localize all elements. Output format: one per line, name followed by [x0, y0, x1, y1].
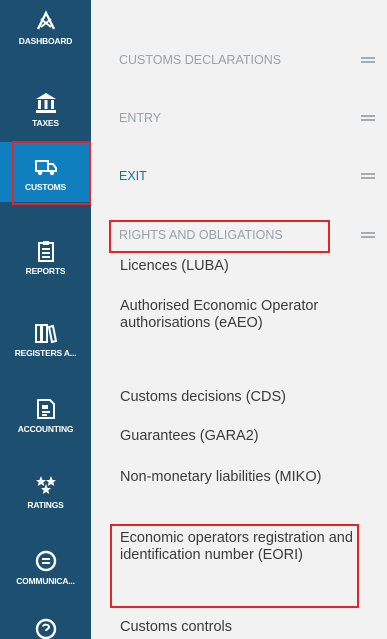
- books-icon: [34, 321, 58, 345]
- menu-item-aeo-authorisations[interactable]: Authorised Economic Operator authorisati…: [120, 298, 365, 332]
- sidebar-item-accounting[interactable]: ACCOUNTING: [0, 372, 91, 434]
- menu-item-eori[interactable]: Economic operators registration and iden…: [120, 530, 365, 564]
- stars-icon: [34, 473, 58, 497]
- sidebar: DASHBOARD TAXES CUSTOMS REPORTS REGISTER…: [0, 0, 91, 639]
- sidebar-item-label: REPORTS: [25, 266, 66, 276]
- menu-item-licences[interactable]: Licences (LUBA): [120, 258, 365, 275]
- section-title: RIGHTS AND OBLIGATIONS: [119, 228, 283, 242]
- truck-icon: [34, 155, 58, 179]
- sidebar-item-label: RATINGS: [27, 500, 64, 510]
- section-exit[interactable]: EXIT: [119, 164, 379, 188]
- help-icon: [34, 617, 58, 639]
- menu-item-customs-decisions[interactable]: Customs decisions (CDS): [120, 389, 365, 406]
- sidebar-item-label: COMMUNICA...: [16, 576, 75, 586]
- sidebar-item-label: REGISTERS A...: [14, 348, 77, 358]
- clipboard-icon: [34, 239, 58, 263]
- menu-icon[interactable]: [361, 113, 375, 123]
- section-entry[interactable]: ENTRY: [119, 106, 379, 130]
- sidebar-item-help[interactable]: [0, 603, 91, 639]
- sidebar-item-taxes[interactable]: TAXES: [0, 66, 91, 128]
- sidebar-item-reports[interactable]: REPORTS: [0, 214, 91, 276]
- menu-item-guarantees[interactable]: Guarantees (GARA2): [120, 428, 365, 445]
- sidebar-item-dashboard[interactable]: DASHBOARD: [0, 0, 91, 46]
- sidebar-item-label: DASHBOARD: [18, 36, 73, 46]
- sidebar-item-label: TAXES: [32, 118, 59, 128]
- menu-icon[interactable]: [361, 171, 375, 181]
- sidebar-item-customs[interactable]: CUSTOMS: [0, 142, 91, 202]
- section-title: CUSTOMS DECLARATIONS: [119, 53, 282, 67]
- sidebar-item-registers[interactable]: REGISTERS A...: [0, 296, 91, 358]
- menu-item-customs-controls[interactable]: Customs controls: [120, 619, 365, 636]
- menu-icon[interactable]: [361, 230, 375, 240]
- sidebar-item-label: ACCOUNTING: [17, 424, 74, 434]
- sidebar-item-communication[interactable]: COMMUNICA...: [0, 524, 91, 586]
- section-title: EXIT: [119, 169, 147, 183]
- menu-icon[interactable]: [361, 55, 375, 65]
- section-customs-declarations[interactable]: CUSTOMS DECLARATIONS: [119, 48, 379, 72]
- section-title: ENTRY: [119, 111, 162, 125]
- menu-item-non-monetary-liabilities[interactable]: Non-monetary liabilities (MIKO): [120, 469, 365, 486]
- sidebar-item-ratings[interactable]: RATINGS: [0, 448, 91, 510]
- chat-icon: [34, 549, 58, 573]
- section-rights-and-obligations[interactable]: RIGHTS AND OBLIGATIONS: [119, 223, 379, 247]
- bank-icon: [34, 91, 58, 115]
- sidebar-item-label: CUSTOMS: [25, 182, 66, 192]
- dashboard-icon: [34, 9, 58, 33]
- calculator-icon: [34, 397, 58, 421]
- customs-menu: CUSTOMS DECLARATIONS ENTRY EXIT RIGHTS A…: [91, 0, 387, 639]
